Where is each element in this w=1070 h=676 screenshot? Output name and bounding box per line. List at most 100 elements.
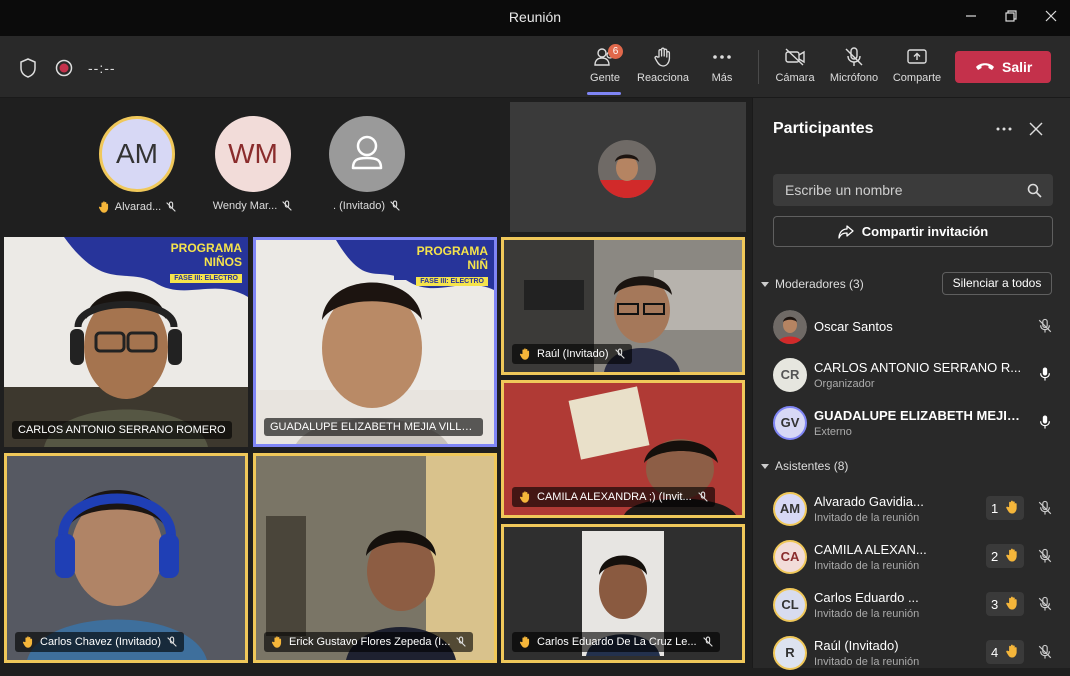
close-window-button[interactable]: [1038, 6, 1064, 30]
microphone-button[interactable]: Micrófono: [826, 46, 882, 92]
hand-raise-order-badge: 2: [986, 544, 1024, 568]
tile-name: Erick Gustavo Flores Zepeda (I...: [289, 636, 451, 648]
tile-name: Carlos Eduardo De La Cruz Le...: [537, 636, 697, 648]
video-tile-hand-raised[interactable]: Carlos Chavez (Invitado): [4, 453, 248, 663]
share-invitation-button[interactable]: Compartir invitación: [773, 216, 1053, 247]
mic-icon[interactable]: [1037, 366, 1053, 382]
video-tile[interactable]: PROGRAMA NIÑOS FASE III: ELECTRÓ CARLOS …: [4, 237, 248, 447]
chevron-down-icon: [761, 464, 769, 469]
avatar-name: . (Invitado): [333, 200, 385, 212]
avatar-strip-person[interactable]: . (Invitado): [312, 116, 422, 212]
raise-hand-icon: [1006, 500, 1017, 514]
close-panel-button[interactable]: [1029, 122, 1043, 141]
video-banner: PROGRAMA NIÑOS FASE III: ELECTRÓ: [148, 237, 248, 283]
tile-name: CAMILA ALEXANDRA ;) (Invit...: [537, 491, 692, 503]
video-tile-speaking[interactable]: PROGRAMA NIÑ FASE III: ELECTRÓ GUADALUPE…: [253, 237, 497, 447]
panel-more-button[interactable]: [995, 122, 1013, 141]
participant-name: Alvarado Gavidia...: [814, 494, 924, 509]
mic-off-icon[interactable]: [1037, 644, 1053, 660]
avatar: GV: [773, 406, 807, 440]
raise-hand-icon: [654, 47, 671, 67]
title-bar: Reunión: [0, 0, 1070, 36]
attendees-section-toggle[interactable]: Asistentes (8): [761, 459, 848, 473]
participant-name: GUADALUPE ELIZABETH MEJIA ...: [814, 408, 1024, 423]
shield-icon[interactable]: [17, 57, 39, 79]
video-tile-hand-raised[interactable]: Carlos Eduardo De La Cruz Le...: [501, 524, 745, 663]
mic-off-icon[interactable]: [1037, 548, 1053, 564]
tile-name: Carlos Chavez (Invitado): [40, 636, 162, 648]
people-label: Gente: [590, 72, 620, 84]
participant-row[interactable]: R Raúl (Invitado) Invitado de la reunión…: [773, 632, 1063, 676]
participant-row[interactable]: GV GUADALUPE ELIZABETH MEJIA ... Externo: [773, 402, 1063, 446]
banner-subtitle: FASE III: ELECTRÓ: [170, 274, 242, 283]
banner-subtitle: FASE III: ELECTRÓ: [416, 277, 488, 286]
mute-all-button[interactable]: Silenciar a todos: [942, 272, 1052, 295]
minimize-button[interactable]: [958, 6, 984, 30]
mic-off-icon[interactable]: [1037, 318, 1053, 334]
self-view-tile[interactable]: [510, 102, 746, 232]
banner-title: PROGRAMA NIÑOS: [170, 241, 242, 269]
raise-hand-icon: [1006, 596, 1017, 610]
video-tile-hand-raised[interactable]: Raúl (Invitado): [501, 237, 745, 375]
participant-name: CARLOS ANTONIO SERRANO R...: [814, 360, 1022, 375]
video-tile-hand-raised[interactable]: Erick Gustavo Flores Zepeda (I...: [253, 453, 497, 663]
share-invitation-label: Compartir invitación: [861, 224, 989, 239]
raise-hand-icon: [22, 636, 33, 648]
banner-title: PROGRAMA NIÑ: [416, 244, 488, 272]
mic-off-icon: [167, 636, 177, 647]
restore-button[interactable]: [998, 6, 1024, 30]
mic-icon[interactable]: [1037, 414, 1053, 430]
raise-hand-icon: [519, 636, 530, 648]
raise-hand-icon: [519, 491, 530, 503]
share-content-button[interactable]: Comparte: [892, 46, 942, 92]
people-button[interactable]: 6 Gente: [586, 44, 624, 92]
tile-name: CARLOS ANTONIO SERRANO ROMERO: [18, 424, 226, 436]
hand-order: 4: [991, 645, 999, 660]
tile-name-label: GUADALUPE ELIZABETH MEJIA VILLA...: [264, 418, 483, 436]
participant-row[interactable]: CR CARLOS ANTONIO SERRANO R... Organizad…: [773, 354, 1063, 398]
avatar: AM: [99, 116, 175, 192]
participant-search-input[interactable]: [773, 174, 1018, 206]
mic-off-icon: [614, 348, 625, 359]
participant-row[interactable]: Oscar Santos: [773, 306, 1063, 350]
tile-name-label: CAMILA ALEXANDRA ;) (Invit...: [512, 487, 715, 507]
leave-button[interactable]: Salir: [955, 51, 1051, 83]
raise-hand-icon: [519, 348, 530, 360]
search-icon[interactable]: [1027, 183, 1042, 198]
avatar: AM: [773, 492, 807, 526]
avatar-strip-person[interactable]: AM Alvarad...: [82, 116, 192, 214]
microphone-label: Micrófono: [829, 72, 879, 84]
mic-off-icon[interactable]: [1037, 596, 1053, 612]
participant-row[interactable]: CL Carlos Eduardo ... Invitado de la reu…: [773, 584, 1063, 628]
tile-name-label: Carlos Eduardo De La Cruz Le...: [512, 632, 720, 652]
mic-off-icon: [282, 200, 293, 211]
avatar: CR: [773, 358, 807, 392]
mic-off-icon: [166, 201, 176, 212]
share-icon: [838, 224, 854, 239]
mic-off-icon: [845, 47, 863, 66]
camera-button[interactable]: Cámara: [775, 46, 815, 92]
self-avatar-photo: [598, 140, 656, 198]
video-tile-hand-raised[interactable]: CAMILA ALEXANDRA ;) (Invit...: [501, 380, 745, 518]
leave-label: Salir: [1002, 59, 1033, 75]
toolbar-divider: [758, 50, 759, 84]
participant-name: Carlos Eduardo ...: [814, 590, 919, 605]
person-icon: [351, 135, 383, 170]
avatar-name: Wendy Mar...: [212, 200, 278, 212]
more-button[interactable]: Más: [706, 46, 738, 92]
react-label: Reacciona: [637, 72, 689, 84]
moderators-section-toggle[interactable]: Moderadores (3): [761, 277, 864, 291]
mic-off-icon[interactable]: [1037, 500, 1053, 516]
mic-off-icon: [390, 200, 400, 211]
raise-hand-icon: [271, 636, 282, 648]
hand-raise-order-badge: 4: [986, 640, 1024, 664]
tile-name-label: CARLOS ANTONIO SERRANO ROMERO: [12, 421, 232, 439]
raise-hand-icon: [1006, 644, 1017, 658]
video-banner: PROGRAMA NIÑ FASE III: ELECTRÓ: [394, 240, 494, 286]
participant-row[interactable]: CA CAMILA ALEXAN... Invitado de la reuni…: [773, 536, 1063, 580]
participant-row[interactable]: AM Alvarado Gavidia... Invitado de la re…: [773, 488, 1063, 532]
participant-role: Invitado de la reunión: [814, 656, 920, 668]
react-button[interactable]: Reacciona: [634, 46, 692, 92]
avatar-strip-person[interactable]: WM Wendy Mar...: [198, 116, 308, 212]
participant-name: Oscar Santos: [814, 319, 893, 334]
